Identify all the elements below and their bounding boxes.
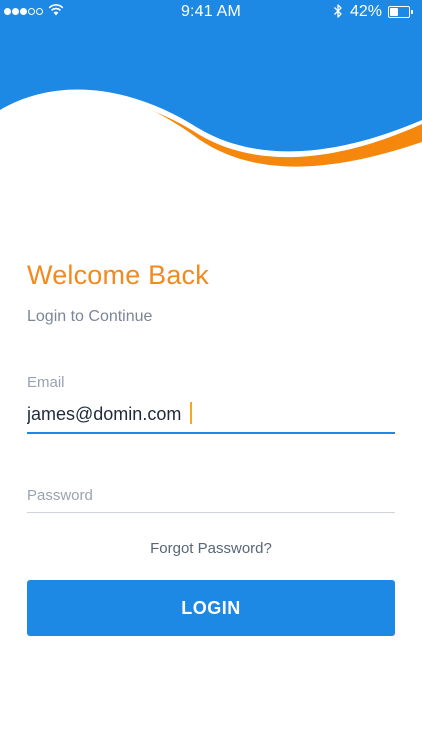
page-subtitle: Login to Continue <box>27 308 153 325</box>
battery-percent: 42% <box>350 3 383 20</box>
status-bar: 9:41 AM 42% <box>0 0 422 24</box>
password-underline <box>27 512 395 513</box>
bluetooth-icon <box>334 4 342 18</box>
page-title: Welcome Back <box>27 260 209 290</box>
login-screen: 9:41 AM 42% Welcome Back Login to Contin… <box>0 0 422 750</box>
email-field[interactable] <box>27 398 395 430</box>
email-label: Email <box>27 374 65 391</box>
login-button[interactable]: LOGIN <box>27 580 395 636</box>
forgot-password-link[interactable]: Forgot Password? <box>0 540 422 557</box>
battery-level-fill <box>390 8 398 16</box>
header-wave-art <box>0 0 422 167</box>
battery-icon <box>388 6 414 18</box>
email-underline <box>27 432 395 434</box>
battery-tip <box>411 10 413 14</box>
password-field[interactable] <box>27 480 395 510</box>
text-cursor <box>190 402 192 424</box>
